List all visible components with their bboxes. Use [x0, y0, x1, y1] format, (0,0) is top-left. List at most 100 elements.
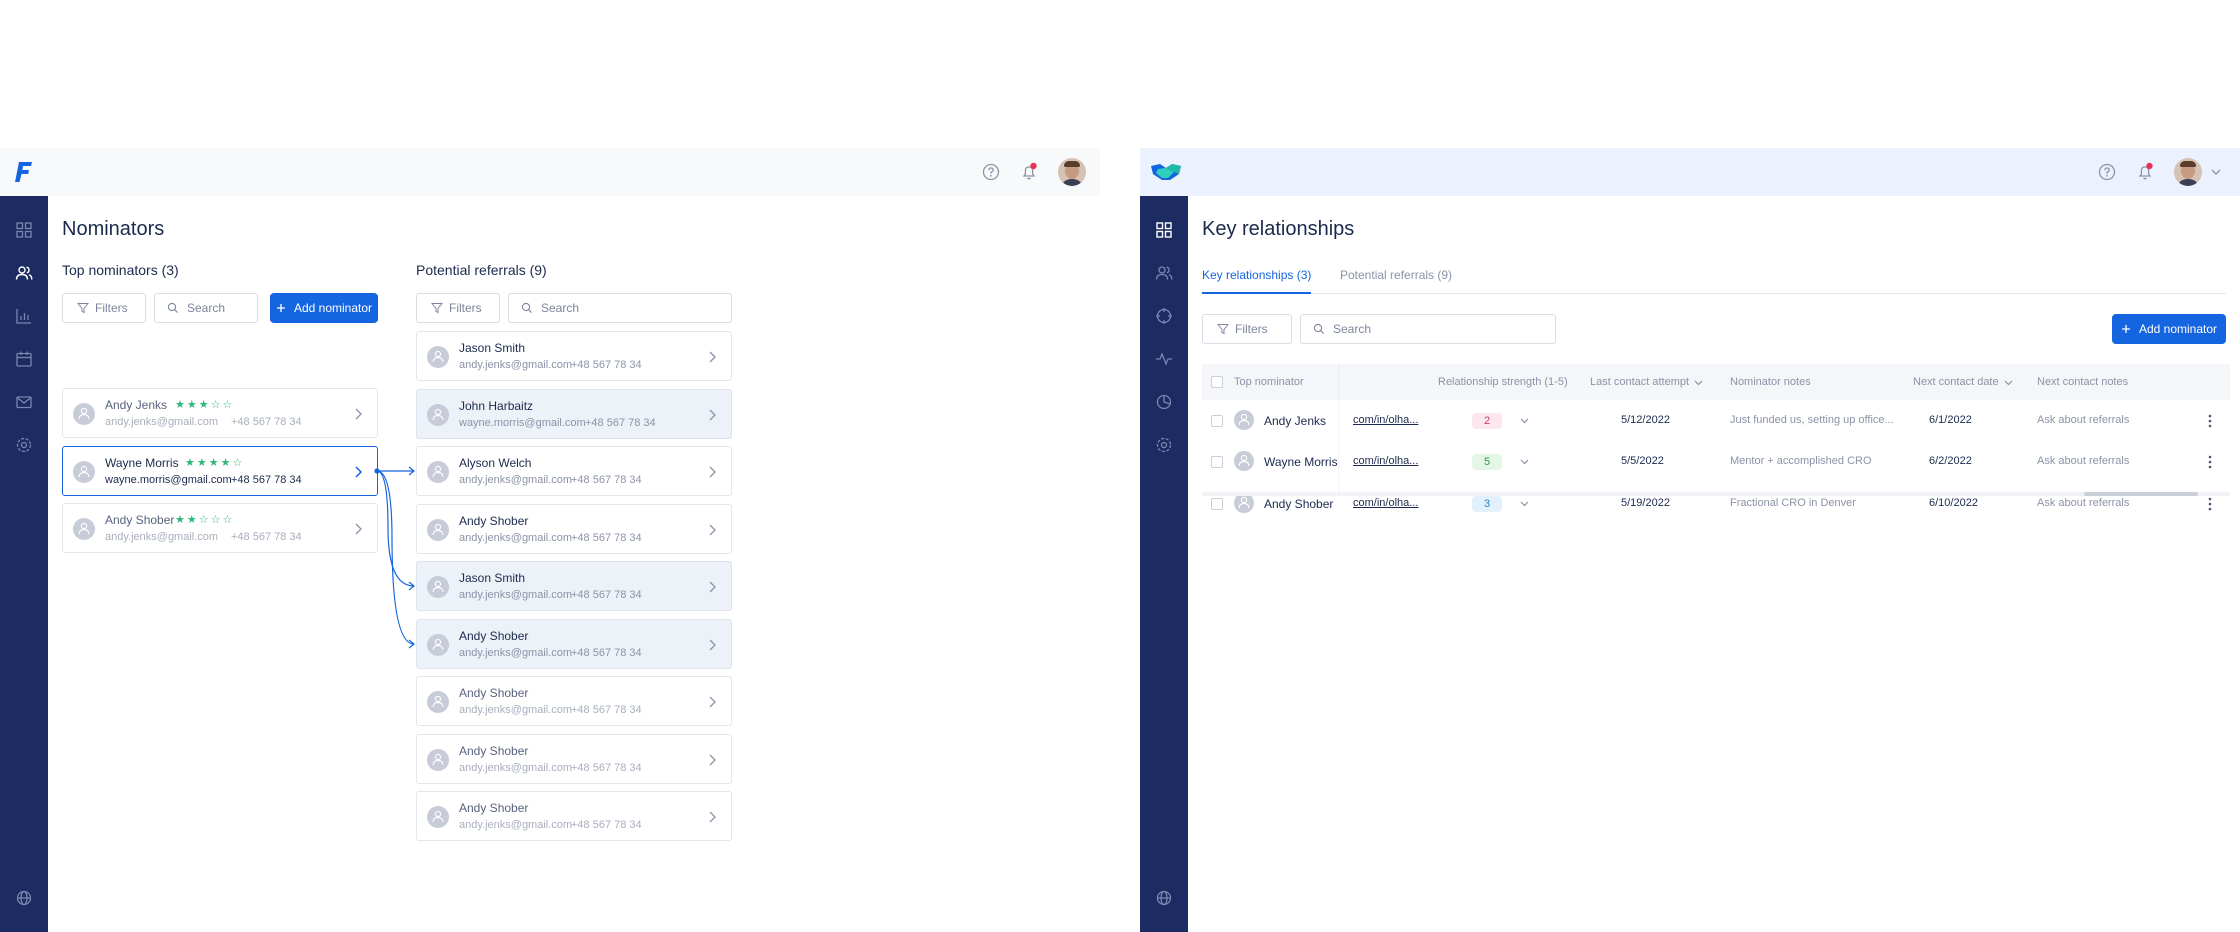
bell-icon[interactable]	[1018, 161, 1040, 183]
referral-name: Andy Shober	[459, 513, 529, 528]
filters-label: Filters	[449, 301, 482, 315]
referral-card[interactable]: Jason Smith andy.jenks@gmail.com +48 567 7…	[416, 331, 732, 381]
rating-stars: ★★★☆☆	[175, 399, 235, 411]
kebab-icon[interactable]	[2208, 414, 2212, 428]
chevron-down-icon[interactable]	[1520, 500, 1529, 507]
row-checkbox[interactable]	[1211, 415, 1223, 427]
row-checkbox[interactable]	[1211, 497, 1223, 510]
nominator-phone: +48 567 78 34	[231, 531, 302, 543]
column-header-nominator-notes[interactable]: Nominator notes	[1730, 376, 1811, 388]
search-icon	[1313, 323, 1324, 334]
dashboard-icon[interactable]	[1154, 220, 1174, 240]
referral-card[interactable]: Andy Shober andy.jenks@gmail.com +48 567 7…	[416, 503, 732, 554]
referral-card[interactable]: Andy Shober andy.jenks@gmail.com +48 567 7…	[416, 676, 732, 726]
pie-chart-icon[interactable]	[1154, 392, 1174, 412]
filters-button[interactable]: Filters	[1202, 314, 1292, 344]
tab-potential-referrals[interactable]: Potential referrals (9)	[1340, 260, 1452, 294]
globe-icon[interactable]	[1154, 888, 1174, 908]
search-input[interactable]: Search	[508, 293, 732, 323]
profile-link[interactable]: com/in/olha...	[1353, 414, 1418, 426]
table-row[interactable]: Andy Jenks com/in/olha... 2 5/12/2022 Just f…	[1202, 400, 2230, 441]
profile-link[interactable]: com/in/olha...	[1353, 455, 1418, 467]
plus-icon	[276, 304, 285, 312]
filters-button[interactable]: Filters	[416, 293, 500, 323]
app-logo-f[interactable]	[14, 160, 34, 189]
chevron-down-icon[interactable]	[1520, 458, 1529, 465]
table-row[interactable]: Andy Shober com/in/olha... 3 5/19/2022 Fract…	[1202, 483, 2230, 524]
rating-stars: ★★☆☆☆	[175, 514, 235, 526]
bell-icon[interactable]	[2134, 161, 2156, 183]
last-contact-date: 5/5/2022	[1621, 455, 1664, 468]
column-header-top-nominator[interactable]: Top nominator	[1234, 376, 1304, 388]
activity-icon[interactable]	[1154, 349, 1174, 369]
search-input[interactable]: Search	[1300, 314, 1556, 344]
target-icon[interactable]	[1154, 306, 1174, 326]
handshake-logo-icon[interactable]	[1150, 160, 1182, 189]
referral-card[interactable]: Alyson Welch andy.jenks@gmail.com +48 567 …	[416, 446, 732, 496]
column-header-next-contact-date[interactable]: Next contact date	[1913, 376, 2013, 388]
column-header-relationship-strength[interactable]: Relationship strength (1-5)	[1438, 376, 1568, 388]
profile-link[interactable]: com/in/olha...	[1353, 497, 1418, 509]
user-avatar[interactable]	[1058, 158, 1086, 186]
nominator-name: Wayne Morris	[105, 456, 179, 470]
globe-icon[interactable]	[14, 888, 34, 908]
referral-phone: +48 567 78 34	[571, 531, 642, 544]
referral-card[interactable]: John Harbaitz wayne.morris@gmail.com +48 5…	[416, 388, 732, 439]
referral-card[interactable]: Andy Shober andy.jenks@gmail.com +48 567 7…	[416, 618, 732, 669]
add-nominator-button[interactable]: Add nominator	[270, 293, 378, 323]
tab-key-relationships[interactable]: Key relationships (3)	[1202, 260, 1312, 294]
table-row[interactable]: Wayne Morris com/in/olha... 5 5/5/2022 Mento…	[1202, 441, 2230, 482]
filters-button[interactable]: Filters	[62, 293, 146, 323]
mail-icon[interactable]	[14, 392, 34, 412]
sidebar	[1140, 196, 1188, 932]
nominator-name: Wayne Morris	[1264, 455, 1338, 470]
users-icon[interactable]	[1154, 263, 1174, 283]
chevron-right-icon	[709, 351, 716, 363]
select-all-checkbox[interactable]	[1211, 376, 1223, 388]
column-header-next-contact-notes[interactable]: Next contact notes	[2037, 376, 2128, 388]
nominator-notes: Mentor + accomplished CRO	[1730, 455, 1872, 468]
referral-name: Andy Shober	[459, 686, 529, 700]
referral-card[interactable]: Andy Shober andy.jenks@gmail.com +48 567 7…	[416, 791, 732, 841]
dashboard-icon[interactable]	[14, 220, 34, 240]
nominator-card[interactable]: Andy Jenks ★★★☆☆ andy.jenks@gmail.com +4…	[62, 388, 378, 438]
help-icon[interactable]	[980, 161, 1002, 183]
referral-card[interactable]: Andy Shober andy.jenks@gmail.com +48 567 7…	[416, 733, 732, 784]
nominator-card-selected[interactable]: Wayne Morris ★★★★☆ wayne.morris@gmail.co…	[62, 446, 378, 496]
search-icon	[167, 302, 178, 313]
search-input[interactable]: Search	[154, 293, 258, 323]
kebab-icon[interactable]	[2208, 497, 2212, 511]
nominator-notes: Just funded us, setting up office...	[1730, 414, 1894, 426]
settings-icon[interactable]	[14, 435, 34, 455]
users-icon[interactable]	[14, 263, 34, 283]
settings-icon[interactable]	[1154, 435, 1174, 455]
plus-icon	[2121, 325, 2130, 333]
chevron-down-icon	[2004, 380, 2013, 385]
chevron-down-icon[interactable]	[2210, 167, 2222, 177]
help-icon[interactable]	[2096, 161, 2118, 183]
referral-card[interactable]: Jason Smith andy.jenks@gmail.com +48 567 7…	[416, 561, 732, 611]
row-checkbox[interactable]	[1211, 456, 1223, 469]
horizontal-scrollbar[interactable]	[1202, 492, 2230, 496]
add-nominator-button[interactable]: Add nominator	[2112, 314, 2226, 344]
referral-phone: +48 567 78 34	[585, 416, 656, 429]
next-contact-notes: Ask about referrals	[2037, 414, 2130, 426]
avatar-placeholder-icon	[73, 518, 95, 540]
kebab-icon[interactable]	[2208, 455, 2212, 469]
chevron-right-icon	[355, 408, 362, 420]
chart-icon[interactable]	[14, 306, 34, 326]
column-header-last-contact[interactable]: Last contact attempt	[1590, 376, 1703, 388]
nominator-name: Andy Jenks	[1264, 414, 1327, 428]
filter-icon	[431, 303, 443, 314]
user-avatar[interactable]	[2174, 158, 2202, 186]
nominator-email: andy.jenks@gmail.com	[105, 416, 219, 428]
calendar-icon[interactable]	[14, 349, 34, 369]
page-title: Key relationships	[1202, 218, 1355, 240]
chevron-down-icon[interactable]	[1520, 417, 1529, 424]
scrollbar-thumb[interactable]	[2084, 492, 2198, 496]
avatar-placeholder-icon	[1234, 451, 1254, 472]
column-label: Last contact attempt	[1590, 376, 1690, 388]
relationship-strength-badge: 5	[1472, 454, 1502, 471]
avatar-placeholder-icon	[427, 403, 449, 426]
nominator-card[interactable]: Andy Shober ★★☆☆☆ andy.jenks@gmail.com +…	[62, 503, 378, 553]
